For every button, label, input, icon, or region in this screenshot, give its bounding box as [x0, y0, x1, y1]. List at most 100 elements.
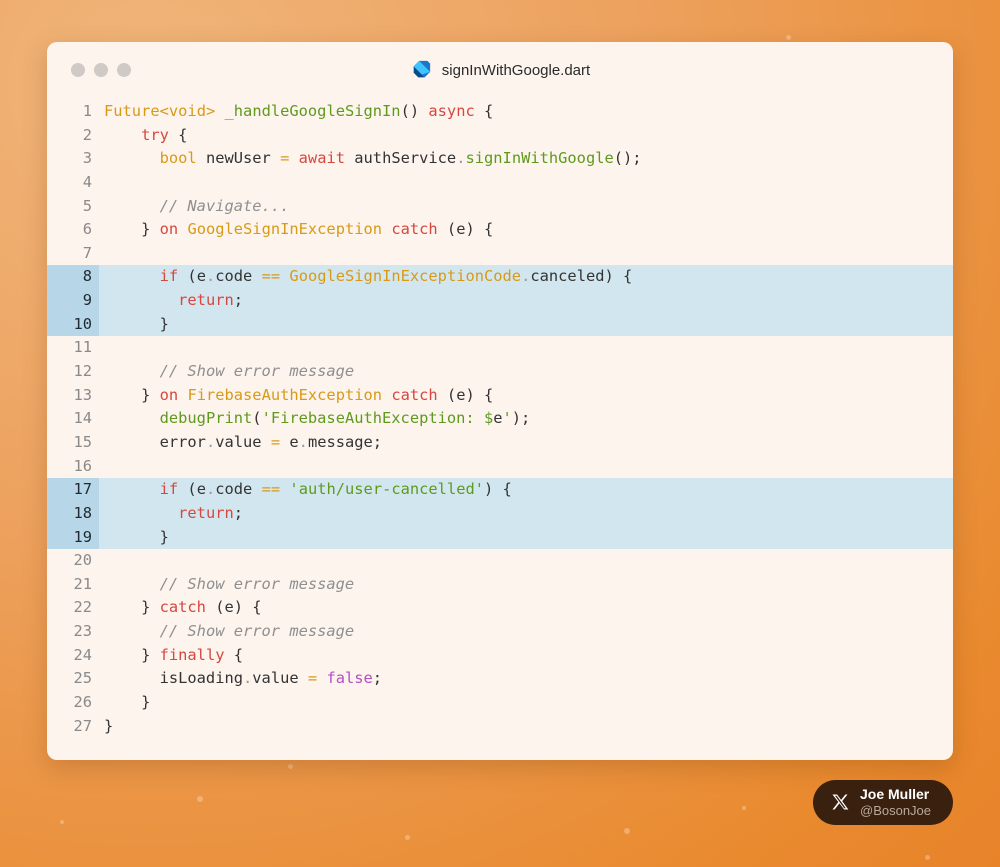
code-token: signInWithGoogle	[465, 149, 614, 168]
code-token: _handleGoogleSignIn	[224, 102, 401, 120]
code-token: }	[104, 220, 160, 239]
code-token: }	[104, 527, 169, 546]
code-line[interactable]: 11	[47, 336, 953, 360]
x-logo-icon	[832, 794, 849, 810]
code-line[interactable]: 24 } finally {	[47, 644, 953, 668]
file-name: signInWithGoogle.dart	[441, 61, 591, 79]
code-line[interactable]: 21 // Show error message	[47, 573, 953, 597]
code-token: .	[205, 480, 216, 499]
code-token: (e) {	[437, 220, 494, 239]
code-token: }	[104, 693, 151, 712]
code-token: debugPrint	[159, 409, 253, 428]
code-line[interactable]: 7	[47, 242, 953, 266]
code-token: Future	[104, 102, 160, 120]
line-code: }	[104, 691, 150, 715]
code-token: {	[224, 645, 244, 664]
code-token: GoogleSignInException	[187, 220, 383, 239]
line-number: 9	[47, 289, 99, 313]
code-line[interactable]: 15 error.value = e.message;	[47, 431, 953, 455]
code-line[interactable]: 9 return;	[47, 289, 953, 313]
line-number: 3	[82, 149, 92, 168]
code-token: ;	[372, 669, 383, 688]
code-line[interactable]: 8 if (e.code == GoogleSignInExceptionCod…	[47, 265, 953, 290]
line-number: 18	[47, 501, 99, 526]
code-line[interactable]: 14 debugPrint('FirebaseAuthException: $e…	[47, 407, 953, 431]
code-editor[interactable]: 1 Future<void> _handleGoogleSignIn() asyn…	[47, 100, 953, 738]
code-token: (e) {	[205, 598, 262, 617]
code-line[interactable]: 25 isLoading.value = false;	[47, 667, 953, 691]
code-token: false	[326, 669, 373, 688]
code-token: bool	[159, 149, 197, 168]
code-token: ()	[400, 102, 429, 120]
code-token: code	[215, 267, 262, 286]
line-number: 20	[73, 551, 92, 570]
line-code: // Navigate...	[104, 195, 290, 219]
code-line[interactable]: 13 } on FirebaseAuthException catch (e) …	[47, 384, 953, 408]
line-number: 1	[82, 102, 92, 120]
code-line[interactable]: 26 }	[47, 691, 953, 715]
code-line[interactable]: 10 }	[47, 312, 953, 337]
code-token: on	[159, 385, 179, 404]
line-code: } on GoogleSignInException catch (e) {	[104, 218, 493, 242]
code-token: }	[104, 645, 160, 664]
code-token: .	[521, 267, 531, 286]
line-number: 12	[73, 362, 92, 381]
code-line[interactable]: 27}	[47, 715, 953, 739]
code-line[interactable]: 20	[47, 549, 953, 573]
code-token: FirebaseAuthException	[187, 385, 383, 404]
line-code: bool newUser = await authService.signInW…	[104, 147, 642, 171]
code-line[interactable]: 18 return;	[47, 501, 953, 526]
code-token: }	[104, 716, 114, 735]
dart-logo-icon	[413, 60, 430, 78]
line-number: 27	[73, 716, 92, 735]
author-badge[interactable]: Joe Muller @BosonJoe	[813, 780, 953, 825]
code-token: =	[307, 669, 318, 688]
line-code: isLoading.value = false;	[104, 667, 382, 691]
author-name: Joe Muller	[860, 786, 930, 802]
code-token: isLoading	[104, 669, 243, 688]
code-token: <	[159, 102, 169, 120]
code-token: >	[205, 102, 225, 120]
code-line[interactable]: 5 // Navigate...	[47, 195, 953, 219]
code-line[interactable]: 22 } catch (e) {	[47, 596, 953, 620]
code-line[interactable]: 17 if (e.code == 'auth/user-cancelled') …	[47, 478, 953, 502]
code-line[interactable]: 6 } on GoogleSignInException catch (e) {	[47, 218, 953, 242]
code-token: await	[298, 149, 345, 168]
line-number: 25	[73, 669, 92, 688]
code-window: signInWithGoogle.dart 1 Future<void> _han…	[47, 42, 953, 760]
line-number: 19	[47, 525, 99, 550]
line-code: return;	[104, 502, 243, 526]
code-token: ;	[233, 291, 244, 310]
code-token: code	[215, 480, 262, 499]
code-line[interactable]: 2 try {	[47, 124, 953, 148]
code-line[interactable]: 16	[47, 455, 953, 479]
line-code: }	[104, 715, 113, 739]
code-token: }	[104, 314, 169, 333]
code-line[interactable]: 12 // Show error message	[47, 360, 953, 384]
line-number: 23	[73, 622, 92, 641]
code-token: }	[104, 385, 160, 404]
code-token: GoogleSignInExceptionCode	[289, 267, 522, 286]
code-line[interactable]: 3 bool newUser = await authService.signI…	[47, 147, 953, 171]
line-number: 21	[73, 574, 92, 593]
code-token: catch	[159, 598, 206, 617]
code-token: (	[252, 409, 262, 428]
code-token: async	[428, 102, 475, 120]
code-token: .	[205, 432, 216, 451]
code-token: (e) {	[437, 385, 494, 404]
code-token: =	[280, 149, 290, 168]
code-token: return	[178, 503, 234, 522]
code-line[interactable]: 1 Future<void> _handleGoogleSignIn() asyn…	[47, 100, 953, 124]
code-line[interactable]: 19 }	[47, 525, 953, 550]
code-line[interactable]: 23 // Show error message	[47, 620, 953, 644]
line-code: if (e.code == GoogleSignInExceptionCode.…	[104, 265, 633, 289]
code-line[interactable]: 4	[47, 171, 953, 195]
line-number: 13	[73, 385, 92, 404]
code-token: // Navigate...	[159, 196, 290, 215]
line-number: 16	[73, 456, 92, 475]
